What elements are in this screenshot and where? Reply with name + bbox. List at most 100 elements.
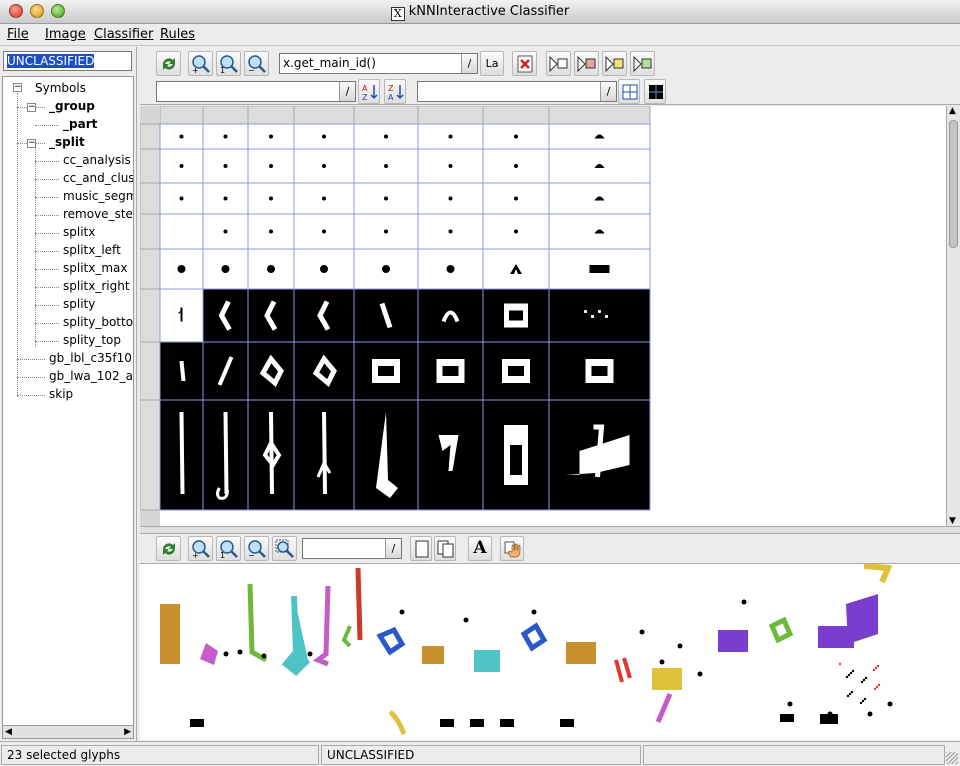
glyph-cell[interactable]: [293, 123, 355, 150]
glyph-cell[interactable]: [293, 248, 355, 290]
tree-item-remove-ster[interactable]: remove_ster: [63, 207, 133, 221]
tree-item-cc-analysis[interactable]: cc_analysis: [63, 153, 131, 167]
glyph-cell[interactable]: [482, 148, 550, 184]
tree-item-splity[interactable]: splity: [63, 297, 95, 311]
zoom-level-field[interactable]: /: [302, 538, 402, 559]
sort-field[interactable]: /: [156, 81, 356, 102]
tree-item--part[interactable]: _part: [63, 117, 97, 131]
glyph-cell[interactable]: [482, 123, 550, 150]
tree-item-symbols[interactable]: Symbols: [35, 81, 86, 95]
glyph-cell[interactable]: [482, 341, 550, 401]
glyph-cell[interactable]: [482, 288, 550, 343]
glyph-cell[interactable]: [353, 148, 419, 184]
image-zoom-reset-button[interactable]: 1: [216, 536, 241, 561]
glyph-cell[interactable]: [247, 288, 295, 343]
column-header[interactable]: [202, 106, 249, 125]
grid-scroll-thumb[interactable]: [949, 120, 958, 248]
glyph-cell[interactable]: [159, 248, 204, 290]
image-refresh-button[interactable]: [156, 536, 181, 561]
glyph-cell[interactable]: [353, 123, 419, 150]
tree-item-splitx-right[interactable]: splitx_right: [63, 279, 130, 293]
glyph-cell[interactable]: [159, 123, 204, 150]
sort-dropdown-button[interactable]: /: [339, 82, 355, 101]
glyph-cell[interactable]: [293, 341, 355, 401]
copy-button[interactable]: [434, 536, 456, 561]
glyph-cell[interactable]: [482, 248, 550, 290]
row-header[interactable]: [140, 399, 161, 511]
tree-item-skip[interactable]: skip: [49, 387, 73, 401]
glyph-cell[interactable]: [353, 341, 419, 401]
tree-item-gb-lbl-c35f10[interactable]: gb_lbl_c35f10: [49, 351, 132, 365]
delete-button[interactable]: [512, 51, 537, 76]
tree-item-splitx-left[interactable]: splitx_left: [63, 243, 121, 257]
glyph-cell[interactable]: [247, 148, 295, 184]
glyph-cell[interactable]: [417, 148, 484, 184]
glyph-cell[interactable]: [247, 248, 295, 290]
sort-descending-button[interactable]: ZA: [384, 79, 406, 104]
filter-field[interactable]: /: [417, 81, 617, 102]
glyph-cell[interactable]: [417, 213, 484, 250]
glyph-cell[interactable]: [293, 182, 355, 215]
class-name-input[interactable]: UNCLASSIFIED: [3, 51, 132, 71]
glyph-cell[interactable]: [202, 182, 249, 215]
zoom-in-button[interactable]: +: [188, 51, 213, 76]
row-header[interactable]: [140, 288, 161, 343]
text-button[interactable]: A: [468, 536, 492, 561]
glyph-cell[interactable]: [417, 341, 484, 401]
tree-item-cc-and-clus[interactable]: cc_and_clus: [63, 171, 133, 185]
scroll-right-icon[interactable]: ▶: [124, 727, 131, 737]
label-button[interactable]: La: [480, 51, 504, 76]
glyph-cell[interactable]: [353, 248, 419, 290]
pane-splitter[interactable]: [140, 526, 960, 534]
row-header[interactable]: [140, 123, 161, 150]
glyph-cell[interactable]: [548, 288, 651, 343]
column-header[interactable]: [417, 106, 484, 125]
glyph-cell[interactable]: [417, 123, 484, 150]
column-header[interactable]: [548, 106, 651, 125]
tree-item-gb-lwa-102-a[interactable]: gb_lwa_102_a: [49, 369, 133, 383]
menu-image[interactable]: Image: [45, 27, 86, 42]
scroll-left-icon[interactable]: ◀: [5, 727, 12, 737]
page-button[interactable]: [410, 536, 432, 561]
glyph-cell[interactable]: [417, 399, 484, 511]
row-header[interactable]: [140, 341, 161, 401]
glyph-cell[interactable]: [353, 288, 419, 343]
expression-field[interactable]: x.get_main_id() /: [279, 53, 478, 74]
image-zoom-in-button[interactable]: +: [188, 536, 213, 561]
menu-rules[interactable]: Rules: [160, 27, 195, 42]
tree-item--group[interactable]: _group: [49, 99, 95, 113]
checker-view-button[interactable]: [644, 79, 666, 104]
image-zoom-out-button[interactable]: −: [244, 536, 269, 561]
glyph-cell[interactable]: [482, 399, 550, 511]
tree-item-music-segm[interactable]: music_segm: [63, 189, 133, 203]
expression-dropdown-button[interactable]: /: [461, 54, 477, 73]
play-yellow-button[interactable]: [602, 51, 627, 76]
glyph-cell[interactable]: [247, 399, 295, 511]
glyph-cell[interactable]: [202, 341, 249, 401]
glyph-cell[interactable]: [353, 182, 419, 215]
glyph-cell[interactable]: [159, 341, 204, 401]
glyph-cell[interactable]: [159, 213, 204, 250]
glyph-cell[interactable]: [548, 182, 651, 215]
glyph-cell[interactable]: [159, 399, 204, 511]
refresh-button[interactable]: [156, 51, 181, 76]
column-header[interactable]: [247, 106, 295, 125]
glyph-cell[interactable]: [159, 288, 204, 343]
glyph-cell[interactable]: [202, 123, 249, 150]
tree-item--split[interactable]: _split: [49, 135, 85, 149]
row-header[interactable]: [140, 213, 161, 250]
grid-vertical-scrollbar[interactable]: ▲ ▼: [946, 106, 960, 526]
scroll-down-icon[interactable]: ▼: [949, 516, 956, 526]
glyph-cell[interactable]: [202, 288, 249, 343]
glyph-cell[interactable]: [202, 148, 249, 184]
zoom-fit-button[interactable]: [272, 536, 297, 561]
glyph-cell[interactable]: [548, 341, 651, 401]
glyph-cell[interactable]: [247, 213, 295, 250]
zoom-out-button[interactable]: −: [244, 51, 269, 76]
tree-expander-icon[interactable]: −: [27, 103, 36, 112]
glyph-cell[interactable]: [247, 182, 295, 215]
glyph-cell[interactable]: [482, 213, 550, 250]
glyph-cell[interactable]: [548, 148, 651, 184]
glyph-cell[interactable]: [548, 399, 651, 511]
menu-file[interactable]: File: [7, 27, 29, 42]
